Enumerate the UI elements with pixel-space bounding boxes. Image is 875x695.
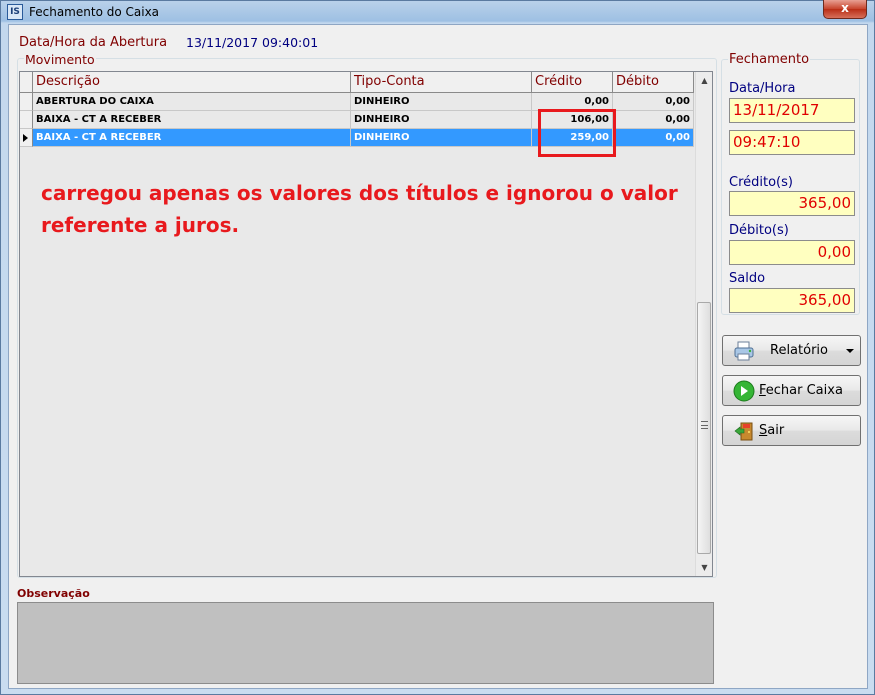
scroll-thumb[interactable] [697, 302, 711, 554]
debito-label: Débito(s) [729, 223, 789, 238]
fechamento-date-field[interactable]: 13/11/2017 [729, 98, 855, 123]
chevron-down-icon [846, 349, 854, 353]
client-area: Data/Hora da Abertura 13/11/2017 09:40:0… [8, 24, 868, 689]
cell-descricao: ABERTURA DO CAIXA [33, 93, 351, 111]
window-title: Fechamento do Caixa [29, 5, 160, 19]
title-bar[interactable]: IS Fechamento do Caixa x [1, 0, 874, 23]
grid-vertical-scrollbar[interactable]: ▲ ▼ [695, 72, 712, 576]
app-icon: IS [7, 4, 23, 20]
column-header-debito[interactable]: Débito [613, 72, 694, 93]
movimento-title: Movimento [24, 52, 96, 67]
scroll-grip-icon [701, 421, 708, 429]
observacao-label: Observação [17, 587, 90, 600]
cell-descricao: BAIXA - CT A RECEBER [33, 111, 351, 129]
row-indicator [20, 93, 33, 111]
relatorio-button[interactable]: Relatório [722, 335, 861, 366]
scroll-up-arrow-icon[interactable]: ▲ [696, 72, 712, 89]
fechar-caixa-button[interactable]: Fechar Caixa [722, 375, 861, 406]
column-header-descricao[interactable]: Descrição [33, 72, 351, 93]
credito-label: Crédito(s) [729, 175, 793, 190]
sair-label: Sair [759, 423, 785, 438]
fechar-caixa-label: Fechar Caixa [759, 383, 843, 398]
column-header-tipo-conta[interactable]: Tipo-Conta [351, 72, 532, 93]
row-indicator [20, 111, 33, 129]
credito-total-field[interactable]: 365,00 [729, 191, 855, 216]
cell-debito: 0,00 [613, 129, 694, 147]
cell-descricao: BAIXA - CT A RECEBER [33, 129, 351, 147]
green-arrow-icon [733, 380, 755, 402]
scroll-down-arrow-icon[interactable]: ▼ [696, 559, 712, 576]
annotation-highlight-box [538, 109, 616, 157]
current-row-pointer-icon [23, 134, 28, 142]
cell-tipo-conta: DINHEIRO [351, 129, 532, 147]
cell-debito: 0,00 [613, 93, 694, 111]
row-indicator [20, 129, 33, 147]
header-indicator [20, 72, 33, 93]
relatorio-label: Relatório [770, 343, 828, 358]
exit-door-icon [734, 422, 753, 441]
cell-debito: 0,00 [613, 111, 694, 129]
data-hora-label: Data/Hora [729, 81, 796, 96]
window-frame: IS Fechamento do Caixa x Data/Hora da Ab… [0, 0, 875, 695]
saldo-field[interactable]: 365,00 [729, 288, 855, 313]
abertura-label: Data/Hora da Abertura [19, 35, 168, 50]
grid-header: Descrição Tipo-Conta Crédito Débito [20, 72, 695, 93]
annotation-text: carregou apenas os valores dos títulos e… [41, 181, 678, 237]
cell-tipo-conta: DINHEIRO [351, 111, 532, 129]
abertura-value: 13/11/2017 09:40:01 [186, 35, 319, 50]
fechamento-title: Fechamento [728, 52, 811, 67]
fechamento-time-field[interactable]: 09:47:10 [729, 130, 855, 155]
debito-total-field[interactable]: 0,00 [729, 240, 855, 265]
close-button[interactable]: x [823, 0, 867, 19]
observacao-field[interactable] [17, 602, 714, 684]
printer-icon [734, 341, 754, 361]
column-header-credito[interactable]: Crédito [532, 72, 613, 93]
sair-button[interactable]: Sair [722, 415, 861, 446]
saldo-label: Saldo [729, 271, 766, 286]
cell-tipo-conta: DINHEIRO [351, 93, 532, 111]
